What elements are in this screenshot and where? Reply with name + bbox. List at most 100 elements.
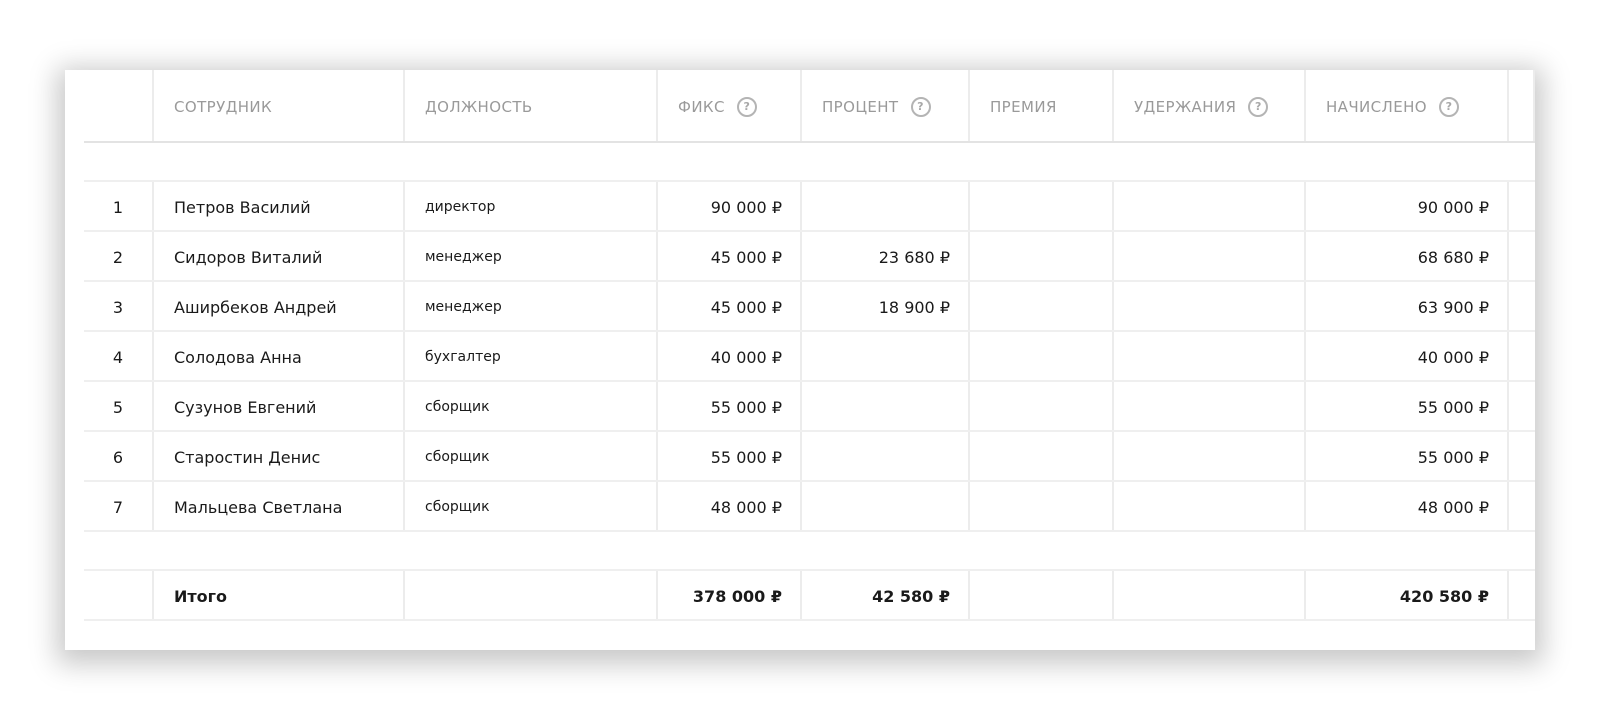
employee-position: бухгалтер [405, 332, 658, 382]
help-icon[interactable]: ? [736, 96, 757, 117]
row-spacer [1509, 282, 1535, 332]
row-spacer [1509, 332, 1535, 382]
table-row[interactable]: 2 Сидоров Виталий менеджер 45 000 ₽ 23 6… [84, 232, 1535, 282]
table-row[interactable]: 1 Петров Василий директор 90 000 ₽ 90 00… [84, 182, 1535, 232]
help-icon[interactable]: ? [1438, 96, 1459, 117]
percent-amount [802, 482, 970, 532]
employee-name[interactable]: Мальцева Светлана [154, 482, 405, 532]
deductions-amount [1114, 182, 1306, 232]
deductions-amount [1114, 432, 1306, 482]
help-icon[interactable]: ? [1248, 96, 1269, 117]
employee-position: сборщик [405, 482, 658, 532]
percent-amount [802, 382, 970, 432]
deductions-amount [1114, 282, 1306, 332]
header-accrued[interactable]: НАЧИСЛЕНО? [1306, 70, 1509, 143]
employee-position: сборщик [405, 382, 658, 432]
total-fixed: 378 000 ₽ [658, 571, 802, 621]
total-deductions [1114, 571, 1306, 621]
row-spacer [1509, 432, 1535, 482]
header-percent[interactable]: ПРОЦЕНТ? [802, 70, 970, 143]
row-number: 5 [84, 382, 154, 432]
row-divider [84, 530, 1535, 532]
header-deductions[interactable]: УДЕРЖАНИЯ? [1114, 70, 1306, 143]
header-number [84, 70, 154, 143]
header-spacer [1509, 70, 1535, 143]
row-number: 1 [84, 182, 154, 232]
deductions-amount [1114, 382, 1306, 432]
employee-position: директор [405, 182, 658, 232]
header-accrued-label: НАЧИСЛЕНО [1326, 97, 1427, 116]
accrued-amount: 40 000 ₽ [1306, 332, 1509, 382]
fixed-amount: 55 000 ₽ [658, 432, 802, 482]
employee-name[interactable]: Сузунов Евгений [154, 382, 405, 432]
percent-amount [802, 332, 970, 382]
row-number: 3 [84, 282, 154, 332]
table-row[interactable]: 5 Сузунов Евгений сборщик 55 000 ₽ 55 00… [84, 382, 1535, 432]
row-number: 2 [84, 232, 154, 282]
header-position[interactable]: ДОЛЖНОСТЬ [405, 70, 658, 143]
employee-name[interactable]: Старостин Денис [154, 432, 405, 482]
header-divider [84, 141, 1535, 143]
row-number: 7 [84, 482, 154, 532]
bonus-amount [970, 182, 1114, 232]
row-spacer [1509, 232, 1535, 282]
fixed-amount: 55 000 ₽ [658, 382, 802, 432]
deductions-amount [1114, 482, 1306, 532]
employee-position: сборщик [405, 432, 658, 482]
employee-name[interactable]: Петров Василий [154, 182, 405, 232]
deductions-amount [1114, 332, 1306, 382]
header-position-label: ДОЛЖНОСТЬ [425, 97, 533, 116]
fixed-amount: 48 000 ₽ [658, 482, 802, 532]
fixed-amount: 40 000 ₽ [658, 332, 802, 382]
table-header: СОТРУДНИК ДОЛЖНОСТЬ ФИКС? ПРОЦЕНТ? ПРЕМИ… [84, 70, 1535, 143]
total-position [405, 571, 658, 621]
table-row[interactable]: 4 Солодова Анна бухгалтер 40 000 ₽ 40 00… [84, 332, 1535, 382]
row-number: 4 [84, 332, 154, 382]
row-spacer [1509, 482, 1535, 532]
total-bonus [970, 571, 1114, 621]
table-row[interactable]: 6 Старостин Денис сборщик 55 000 ₽ 55 00… [84, 432, 1535, 482]
percent-amount [802, 182, 970, 232]
accrued-amount: 63 900 ₽ [1306, 282, 1509, 332]
total-bottom-divider [84, 619, 1535, 621]
fixed-amount: 45 000 ₽ [658, 282, 802, 332]
header-bonus[interactable]: ПРЕМИЯ [970, 70, 1114, 143]
total-accrued: 420 580 ₽ [1306, 571, 1509, 621]
table-row[interactable]: 3 Аширбеков Андрей менеджер 45 000 ₽ 18 … [84, 282, 1535, 332]
total-label: Итого [154, 571, 405, 621]
header-employee[interactable]: СОТРУДНИК [154, 70, 405, 143]
bonus-amount [970, 482, 1114, 532]
header-fixed[interactable]: ФИКС? [658, 70, 802, 143]
accrued-amount: 55 000 ₽ [1306, 432, 1509, 482]
help-icon[interactable]: ? [910, 96, 931, 117]
employee-position: менеджер [405, 282, 658, 332]
row-spacer [1509, 182, 1535, 232]
table-row[interactable]: 7 Мальцева Светлана сборщик 48 000 ₽ 48 … [84, 482, 1535, 532]
employee-name[interactable]: Солодова Анна [154, 332, 405, 382]
bonus-amount [970, 432, 1114, 482]
bonus-amount [970, 382, 1114, 432]
employee-name[interactable]: Сидоров Виталий [154, 232, 405, 282]
payroll-card: СОТРУДНИК ДОЛЖНОСТЬ ФИКС? ПРОЦЕНТ? ПРЕМИ… [65, 70, 1535, 650]
deductions-amount [1114, 232, 1306, 282]
header-bonus-label: ПРЕМИЯ [990, 97, 1057, 116]
header-employee-label: СОТРУДНИК [174, 97, 273, 116]
employee-name[interactable]: Аширбеков Андрей [154, 282, 405, 332]
percent-amount [802, 432, 970, 482]
accrued-amount: 55 000 ₽ [1306, 382, 1509, 432]
row-spacer [1509, 382, 1535, 432]
fixed-amount: 45 000 ₽ [658, 232, 802, 282]
percent-amount: 18 900 ₽ [802, 282, 970, 332]
accrued-amount: 48 000 ₽ [1306, 482, 1509, 532]
row-number: 6 [84, 432, 154, 482]
total-percent: 42 580 ₽ [802, 571, 970, 621]
employee-position: менеджер [405, 232, 658, 282]
fixed-amount: 90 000 ₽ [658, 182, 802, 232]
header-fixed-label: ФИКС [678, 97, 725, 116]
total-row: Итого 378 000 ₽ 42 580 ₽ 420 580 ₽ [84, 571, 1535, 621]
total-number [84, 571, 154, 621]
header-percent-label: ПРОЦЕНТ [822, 97, 899, 116]
accrued-amount: 68 680 ₽ [1306, 232, 1509, 282]
percent-amount: 23 680 ₽ [802, 232, 970, 282]
bonus-amount [970, 282, 1114, 332]
